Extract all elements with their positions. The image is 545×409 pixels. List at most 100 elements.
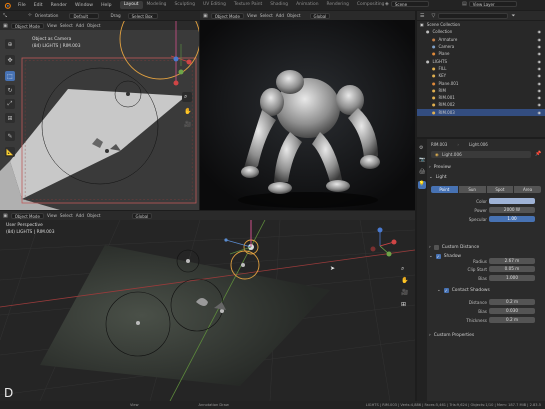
menu-window[interactable]: Window	[71, 3, 97, 8]
mode-dropdown[interactable]: Object Mode	[210, 12, 244, 19]
menu-add[interactable]: Add	[276, 13, 284, 18]
menu-view[interactable]: View	[247, 13, 257, 18]
outliner-row[interactable]: ● FILL ◉	[417, 65, 545, 72]
outliner-row[interactable]: ● Camera ◉	[417, 43, 545, 50]
section-light[interactable]: ⌄ Light	[429, 174, 543, 181]
scale-tool-button[interactable]: ⤢	[5, 99, 15, 109]
outliner-editor-icon[interactable]: ☰	[420, 13, 424, 19]
visibility-eye-icon[interactable]: ◉	[538, 81, 542, 86]
shadow-bias-field[interactable]: 1.000	[489, 275, 535, 281]
light-type-spot[interactable]: Spot	[486, 186, 514, 193]
outliner-scene-collection[interactable]: ▣ Scene Collection	[417, 21, 545, 28]
section-custom-properties[interactable]: › Custom Properties	[429, 332, 543, 339]
section-shadow[interactable]: ⌄ ✓ Shadow	[429, 253, 543, 260]
custom-distance-checkbox[interactable]	[433, 245, 439, 250]
mode-dropdown[interactable]: Object Mode	[10, 212, 44, 219]
outliner-row[interactable]: ● RIM.003 ◉	[417, 108, 545, 116]
outliner-row[interactable]: ● KEY ◉	[417, 72, 545, 79]
orientation-dropdown[interactable]: Default	[69, 12, 100, 19]
blender-logo-icon[interactable]	[3, 1, 11, 9]
outliner-row[interactable]: ● LIGHTS ◉	[417, 57, 545, 64]
light-type-sun[interactable]: Sun	[458, 186, 486, 193]
editor-type-icon[interactable]: ▣	[3, 213, 8, 219]
visibility-eye-icon[interactable]: ◉	[538, 59, 542, 64]
transform-tool-button[interactable]: ⊞	[5, 113, 15, 123]
tab-modeling[interactable]: Modeling	[143, 1, 171, 9]
outliner-filter-icon[interactable]: ⏷	[511, 13, 515, 19]
outliner-row[interactable]: ● Collection ◉	[417, 28, 545, 35]
transform-icon[interactable]: ⤡	[3, 13, 7, 19]
outliner-search-input[interactable]	[438, 12, 509, 19]
menu-select[interactable]: Select	[60, 213, 73, 218]
light-type-area[interactable]: Area	[514, 186, 541, 193]
tab-animation[interactable]: Animation	[292, 1, 322, 9]
zoom-icon[interactable]: ⌕	[401, 265, 404, 273]
camera-icon[interactable]: 🎥	[184, 121, 191, 128]
visibility-eye-icon[interactable]: ◉	[538, 110, 542, 115]
menu-object[interactable]: Object	[287, 13, 301, 18]
visibility-eye-icon[interactable]: ◉	[538, 88, 542, 93]
color-swatch[interactable]	[489, 198, 535, 204]
orientation-dropdown[interactable]: Global	[309, 12, 331, 19]
visibility-eye-icon[interactable]: ◉	[538, 29, 542, 34]
datablock-selector[interactable]: ◉ Light.006	[431, 151, 531, 158]
visibility-eye-icon[interactable]: ◉	[538, 95, 542, 100]
cursor-tool-button[interactable]: ⊕	[5, 39, 15, 49]
menu-view[interactable]: View	[47, 213, 57, 218]
rotate-tool-button[interactable]: ↻	[5, 85, 15, 95]
menu-edit[interactable]: Edit	[30, 3, 47, 8]
tab-compositing[interactable]: Compositing	[353, 1, 389, 9]
light-type-point[interactable]: Point	[431, 186, 458, 193]
menu-add[interactable]: Add	[76, 213, 84, 218]
distance-field[interactable]: 0.2 m	[489, 299, 535, 305]
section-custom-distance[interactable]: › Custom Distance	[429, 244, 543, 251]
menu-help[interactable]: Help	[97, 3, 115, 8]
visibility-eye-icon[interactable]: ◉	[538, 102, 542, 107]
orientation-dropdown[interactable]: Global	[131, 212, 153, 219]
visibility-eye-icon[interactable]: ◉	[538, 51, 542, 56]
menu-render[interactable]: Render	[47, 3, 71, 8]
select-tool-button[interactable]: ⬚	[5, 71, 15, 81]
view-layer-selector[interactable]: ▤ View Layer	[462, 1, 517, 7]
object-data-tab-icon[interactable]: 💡	[418, 181, 426, 189]
pin-icon[interactable]: 📌	[535, 151, 541, 157]
hand-icon[interactable]: ✋	[401, 277, 408, 284]
specular-field[interactable]: 1.00	[489, 216, 535, 222]
viewport-camera[interactable]: ▣ Object Mode View Select Add Object Obj…	[0, 21, 199, 210]
thickness-field[interactable]: 0.2 m	[489, 317, 535, 323]
hand-icon[interactable]: ✋	[184, 108, 191, 115]
scene-selector[interactable]: ◈ Scene	[385, 1, 429, 7]
tab-sculpting[interactable]: Sculpting	[170, 1, 199, 9]
contact-bias-field[interactable]: 0.030	[489, 308, 535, 314]
camera-icon[interactable]: 🎥	[401, 289, 408, 296]
output-tab-icon[interactable]: 🖨	[419, 169, 425, 175]
outliner-row[interactable]: ● RIM.001 ◉	[417, 94, 545, 101]
menu-file[interactable]: File	[14, 3, 30, 8]
filter-icon[interactable]: ▽	[431, 13, 435, 19]
section-contact-shadows[interactable]: ⌄ ✓ Contact Shadows	[437, 287, 545, 294]
visibility-eye-icon[interactable]: ◉	[538, 44, 542, 49]
power-field[interactable]: 2000 W	[489, 207, 535, 213]
section-preview[interactable]: › Preview	[429, 164, 543, 171]
tab-layout[interactable]: Layout	[119, 1, 143, 9]
menu-select[interactable]: Select	[260, 13, 273, 18]
outliner-row[interactable]: ● Plane.001 ◉	[417, 79, 545, 86]
visibility-eye-icon[interactable]: ◉	[538, 73, 542, 78]
annotate-tool-button[interactable]: ✎	[5, 131, 15, 141]
tab-uv-editing[interactable]: UV Editing	[199, 1, 230, 9]
grid-icon[interactable]: ⊞	[401, 301, 406, 308]
zoom-icon[interactable]: ⌕	[184, 93, 187, 101]
shadow-checkbox[interactable]: ✓	[435, 254, 441, 259]
tab-texture-paint[interactable]: Texture Paint	[230, 1, 266, 9]
outliner-row[interactable]: ● Plane ◉	[417, 50, 545, 57]
contact-shadows-checkbox[interactable]: ✓	[443, 288, 449, 293]
outliner-row[interactable]: ● Armature ◉	[417, 36, 545, 43]
outliner-row[interactable]: ● RIM.002 ◉	[417, 101, 545, 108]
clip-start-field[interactable]: 0.05 m	[489, 266, 535, 272]
visibility-eye-icon[interactable]: ◉	[538, 66, 542, 71]
editor-type-icon[interactable]: ▣	[203, 13, 208, 19]
viewport-render[interactable]: ▣ Object Mode View Select Add Object Glo…	[200, 11, 415, 210]
drag-dropdown[interactable]: Select Box	[127, 12, 158, 19]
measure-tool-button[interactable]: 📐	[5, 147, 15, 157]
render-tab-icon[interactable]: 📷	[419, 157, 425, 163]
